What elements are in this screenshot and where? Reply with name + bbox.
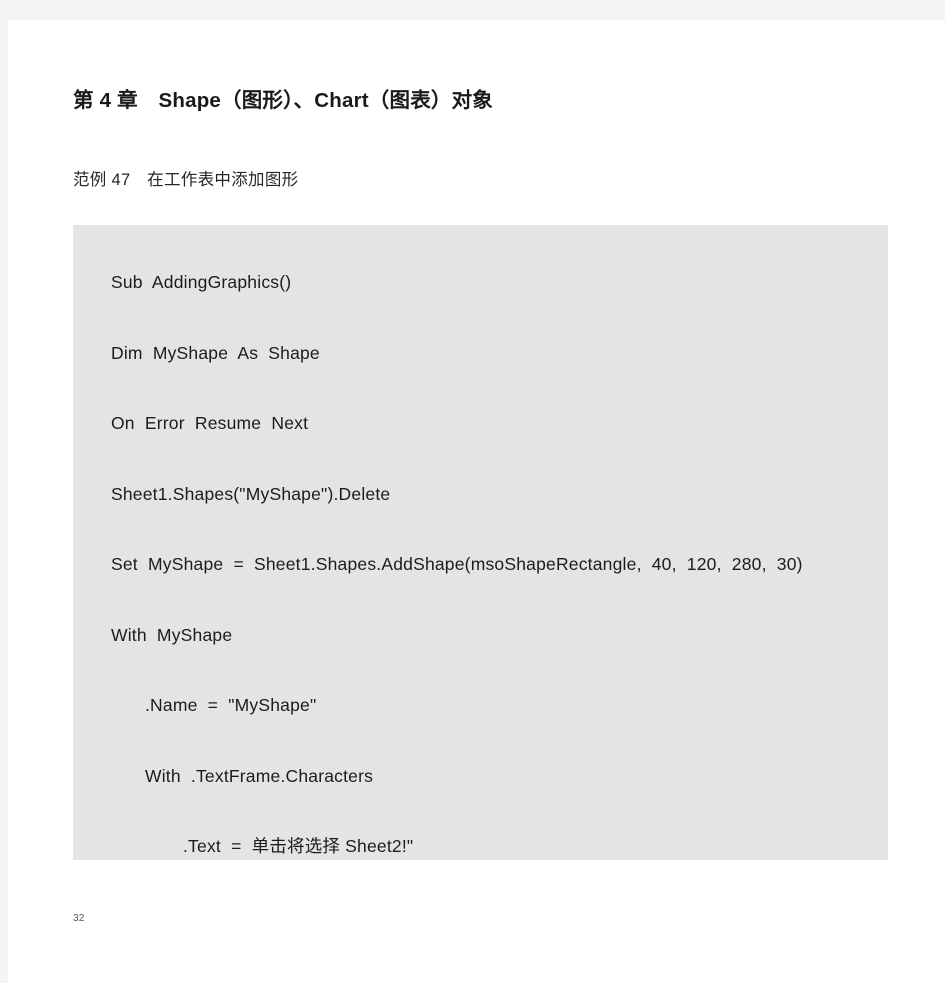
page-sheet: 第 4 章 Shape（图形）、Chart（图表）对象 范例 47 在工作表中添… xyxy=(8,20,945,983)
code-line: Set MyShape = Sheet1.Shapes.AddShape(mso… xyxy=(111,554,803,574)
code-line: Dim MyShape As Shape xyxy=(111,342,320,363)
page-number: 32 xyxy=(73,913,85,924)
document-viewport: 第 4 章 Shape（图形）、Chart（图表）对象 范例 47 在工作表中添… xyxy=(0,0,945,983)
code-line: .Text = 单击将选择 Sheet2!" xyxy=(183,836,414,856)
code-line: With MyShape xyxy=(111,624,233,645)
code-line: Sub AddingGraphics() xyxy=(111,272,292,292)
page-title: 第 4 章 Shape（图形）、Chart（图表）对象 xyxy=(73,89,493,112)
page-content: 第 4 章 Shape（图形）、Chart（图表）对象 范例 47 在工作表中添… xyxy=(8,20,945,983)
code-line: Sheet1.Shapes("MyShape").Delete xyxy=(111,483,391,504)
code-line: On Error Resume Next xyxy=(111,413,309,433)
code-line: With .TextFrame.Characters xyxy=(145,765,374,786)
code-block: Sub AddingGraphics() Dim MyShape As Shap… xyxy=(73,225,888,860)
code-line: .Name = "MyShape" xyxy=(145,695,317,715)
example-subtitle: 范例 47 在工作表中添加图形 xyxy=(73,171,299,189)
